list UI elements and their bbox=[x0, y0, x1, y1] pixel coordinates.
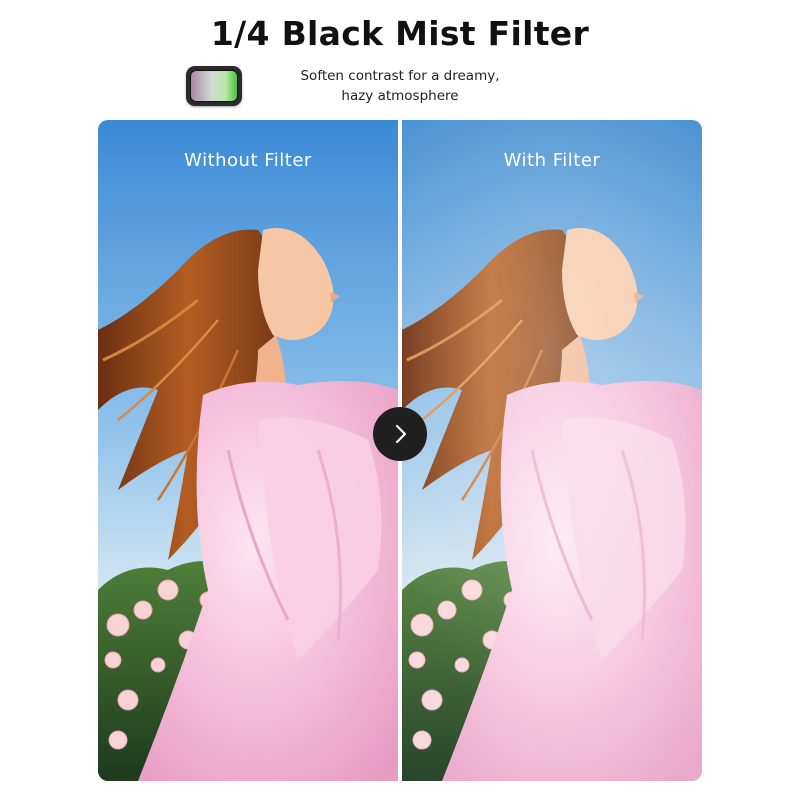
without-filter-panel: Without Filter bbox=[98, 120, 398, 781]
with-filter-label: With Filter bbox=[503, 150, 601, 171]
filter-glass bbox=[190, 70, 238, 102]
chevron-right-icon bbox=[395, 424, 407, 444]
compare-arrow-button[interactable] bbox=[373, 407, 427, 461]
subtitle: Soften contrast for a dreamy, hazy atmos… bbox=[270, 66, 530, 106]
with-filter-photo bbox=[402, 120, 702, 781]
without-filter-label: Without Filter bbox=[184, 150, 312, 171]
with-filter-panel: With Filter bbox=[402, 120, 702, 781]
subtitle-line-1: Soften contrast for a dreamy, bbox=[300, 68, 500, 84]
filter-lens-icon bbox=[186, 66, 242, 106]
without-filter-photo bbox=[98, 120, 398, 781]
subtitle-line-2: hazy atmosphere bbox=[341, 88, 459, 104]
page-title: 1/4 Black Mist Filter bbox=[210, 14, 590, 53]
